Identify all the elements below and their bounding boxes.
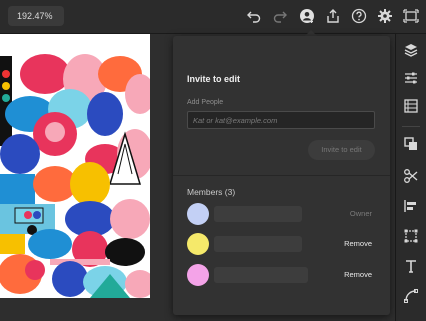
redo-icon[interactable] [270, 6, 290, 26]
fit-screen-icon[interactable] [401, 6, 421, 26]
pen-icon[interactable] [403, 288, 419, 304]
artboard[interactable] [0, 34, 150, 298]
avatar [187, 233, 209, 255]
align-icon[interactable] [403, 198, 419, 214]
undo-icon[interactable] [244, 6, 264, 26]
invite-button[interactable]: Invite to edit [308, 140, 375, 160]
member-row: Remove [187, 264, 377, 286]
transform-icon[interactable] [403, 228, 419, 244]
cut-icon[interactable] [403, 168, 419, 184]
add-people-label: Add People [187, 99, 224, 106]
zoom-level[interactable]: 192.47% [8, 6, 64, 26]
remove-member-button[interactable]: Remove [344, 264, 372, 286]
settings-icon[interactable] [375, 6, 395, 26]
members-title: Members (3) [187, 187, 236, 197]
remove-member-button[interactable]: Remove [344, 233, 372, 255]
text-icon[interactable] [403, 258, 419, 274]
artwork-illustration [0, 34, 150, 298]
help-icon[interactable] [349, 6, 369, 26]
popover-divider [173, 175, 390, 176]
right-panel-rail [395, 34, 426, 321]
invite-people-icon[interactable] [297, 6, 317, 26]
libraries-icon[interactable] [403, 98, 419, 114]
top-toolbar: 192.47% [0, 0, 426, 34]
pathfinder-icon[interactable] [403, 136, 419, 152]
layers-icon[interactable] [403, 42, 419, 58]
invite-popover: Invite to edit Add People Invite to edit… [173, 36, 390, 315]
rail-divider [402, 126, 420, 127]
member-row: Remove [187, 233, 377, 255]
member-name-placeholder [214, 267, 308, 283]
email-input[interactable] [187, 111, 375, 129]
member-name-placeholder [214, 236, 302, 252]
properties-icon[interactable] [403, 70, 419, 86]
avatar [187, 264, 209, 286]
member-row: Owner [187, 203, 377, 225]
avatar [187, 203, 209, 225]
popover-title: Invite to edit [187, 74, 241, 84]
member-name-placeholder [214, 206, 302, 222]
share-icon[interactable] [323, 6, 343, 26]
owner-label: Owner [349, 209, 372, 218]
